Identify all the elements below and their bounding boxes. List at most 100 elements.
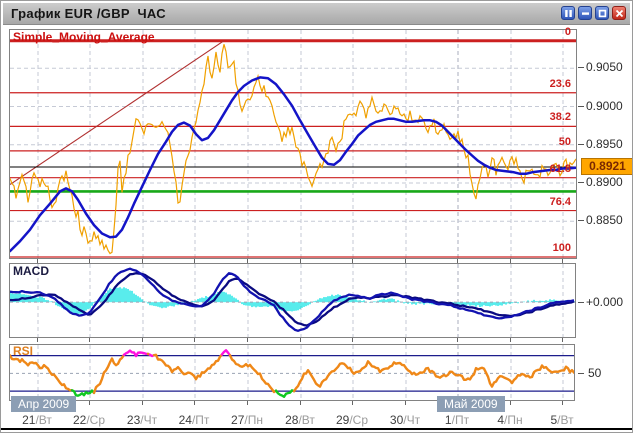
x-axis-tick bbox=[37, 338, 38, 342]
x-axis-day: 22 bbox=[72, 413, 87, 427]
x-axis-label: 27/Пн bbox=[219, 413, 275, 427]
x-axis-weekday: /Чт bbox=[140, 413, 158, 427]
fib-level-label: 76.4 bbox=[549, 195, 571, 208]
x-axis-weekday: /Пн bbox=[504, 413, 523, 427]
price-tick-label: 0.8850 bbox=[586, 213, 623, 228]
x-axis-tick bbox=[457, 259, 458, 263]
x-axis-day: 27 bbox=[231, 413, 245, 427]
x-axis-tick bbox=[352, 338, 353, 342]
x-axis-tick bbox=[89, 259, 90, 263]
x-axis-label: 1/Пт bbox=[429, 413, 485, 427]
x-axis-tick bbox=[562, 259, 563, 263]
x-axis-day: 1 bbox=[444, 413, 452, 427]
x-axis-day: 21 bbox=[22, 413, 36, 427]
price-chart bbox=[10, 30, 576, 258]
maximize-button[interactable] bbox=[595, 6, 609, 20]
x-axis-tick bbox=[510, 259, 511, 263]
close-button[interactable] bbox=[612, 6, 626, 20]
rsi-mid-tick bbox=[578, 373, 584, 374]
x-axis-weekday: /Вт bbox=[35, 413, 52, 427]
x-axis-label: 4/Пн bbox=[482, 413, 538, 427]
close-icon bbox=[615, 9, 623, 17]
price-tick bbox=[578, 105, 584, 107]
window-bottom-edge bbox=[1, 428, 632, 430]
x-axis-day: 28 bbox=[285, 413, 299, 427]
x-axis-day: 30 bbox=[389, 413, 404, 427]
x-axis-day: 23 bbox=[126, 413, 141, 427]
price-tick-label: 0.8900 bbox=[586, 175, 623, 190]
x-axis-tick bbox=[510, 338, 511, 342]
indicator-label-macd: MACD bbox=[13, 264, 49, 278]
fib-level-label: 0 bbox=[564, 25, 571, 38]
minimize-icon bbox=[581, 11, 589, 15]
chart-window: График EUR /GBP ЧАС Simple_Moving_Averag… bbox=[0, 0, 633, 433]
macd-panel[interactable]: MACD bbox=[9, 263, 576, 338]
x-axis-weekday: /Чт bbox=[403, 413, 421, 427]
x-axis-weekday: /Пн bbox=[244, 413, 263, 427]
price-tick-label: 0.9050 bbox=[586, 60, 623, 75]
fib-level-label: 23.6 bbox=[549, 77, 571, 90]
x-axis-tick bbox=[562, 338, 563, 342]
price-tick bbox=[578, 182, 584, 184]
x-axis-tick bbox=[405, 259, 406, 263]
x-axis-label: 28/Вт bbox=[272, 413, 328, 427]
title-bar[interactable]: График EUR /GBP ЧАС bbox=[3, 3, 630, 25]
x-axis-label: 29/Ср bbox=[324, 413, 380, 427]
x-axis-tick bbox=[194, 338, 195, 342]
macd-chart bbox=[10, 264, 575, 337]
x-axis-tick bbox=[510, 401, 511, 405]
x-axis-tick bbox=[247, 401, 248, 405]
price-tick bbox=[578, 143, 584, 145]
x-axis-label: 23/Чт bbox=[114, 413, 170, 427]
x-axis-tick bbox=[37, 259, 38, 263]
macd-zero-label: +0.000 bbox=[586, 295, 624, 309]
month-marker-april: Апр 2009 bbox=[11, 396, 77, 412]
fib-level-label: 50 bbox=[558, 135, 571, 148]
x-axis-weekday: /Пт bbox=[191, 413, 210, 427]
x-axis-weekday: /Вт bbox=[557, 413, 574, 427]
window-title: График EUR /GBP ЧАС bbox=[11, 6, 166, 21]
x-axis-tick bbox=[142, 401, 143, 405]
x-axis-tick bbox=[142, 259, 143, 263]
pause-button[interactable] bbox=[561, 6, 575, 20]
rsi-chart bbox=[10, 345, 574, 400]
x-axis-tick bbox=[300, 401, 301, 405]
price-chart-panel[interactable]: Simple_Moving_Average bbox=[9, 29, 577, 259]
x-axis-tick bbox=[405, 338, 406, 342]
pause-icon bbox=[564, 9, 572, 17]
x-axis-tick bbox=[300, 259, 301, 263]
x-axis-weekday: /Пт bbox=[451, 413, 470, 427]
x-axis-tick bbox=[457, 338, 458, 342]
x-axis-tick bbox=[247, 259, 248, 263]
price-tick bbox=[578, 220, 584, 222]
rsi-mid-label: 50 bbox=[588, 366, 602, 380]
x-axis-tick bbox=[405, 401, 406, 405]
current-price-badge: 0.8921 bbox=[581, 158, 632, 175]
x-axis-tick bbox=[300, 338, 301, 342]
window-controls bbox=[561, 6, 626, 20]
x-axis-tick bbox=[352, 401, 353, 405]
x-axis-day: 29 bbox=[335, 413, 350, 427]
x-axis-label: 22/Ср bbox=[61, 413, 117, 427]
x-axis-weekday: /Ср bbox=[349, 413, 369, 427]
price-tick bbox=[578, 67, 584, 69]
x-axis-label: 30/Чт bbox=[377, 413, 433, 427]
x-axis-label: 21/Вт bbox=[9, 413, 65, 427]
x-axis-weekday: /Вт bbox=[298, 413, 315, 427]
rsi-panel[interactable]: RSI bbox=[9, 344, 575, 401]
x-axis-label: 5/Вт bbox=[534, 413, 590, 427]
x-axis-tick bbox=[142, 338, 143, 342]
x-axis-tick bbox=[194, 401, 195, 405]
x-axis-tick bbox=[89, 401, 90, 405]
x-axis-tick bbox=[562, 401, 563, 405]
fib-level-label: 61.8 bbox=[549, 162, 571, 175]
minimize-button[interactable] bbox=[578, 6, 592, 20]
x-axis-tick bbox=[352, 259, 353, 263]
fib-level-label: 38.2 bbox=[549, 111, 571, 124]
indicator-label-rsi: RSI bbox=[13, 344, 34, 358]
x-axis-day: 24 bbox=[178, 413, 192, 427]
fib-level-label: 100 bbox=[552, 242, 571, 254]
month-marker-may: Май 2009 bbox=[437, 396, 505, 412]
macd-zero-tick bbox=[578, 302, 584, 303]
x-axis-label: 24/Пт bbox=[166, 413, 222, 427]
